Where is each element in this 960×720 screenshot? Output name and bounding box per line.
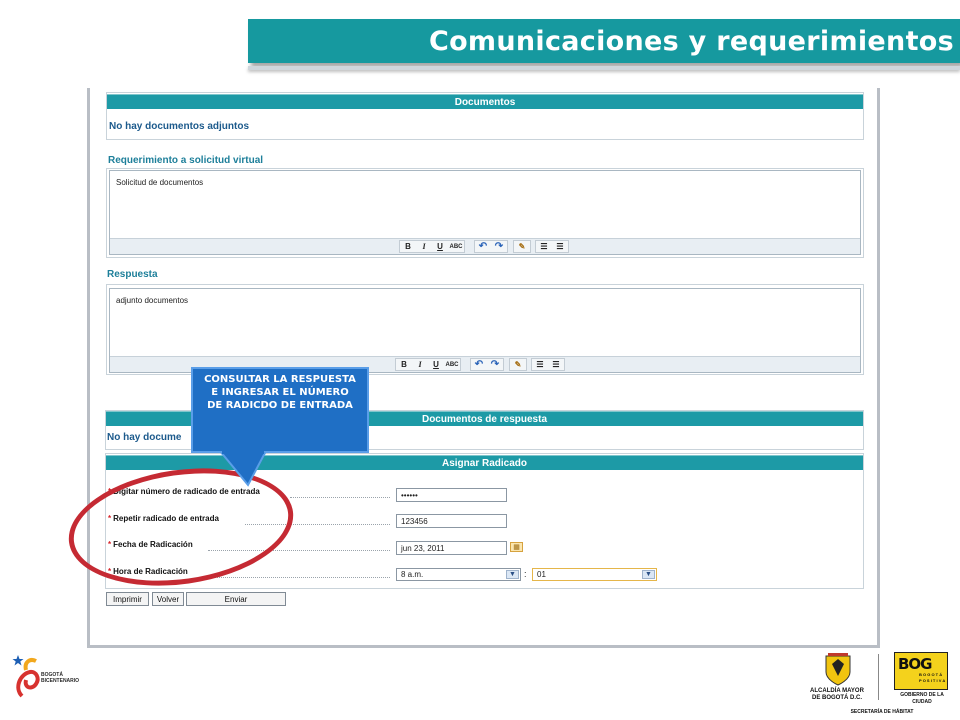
requerimiento-editor[interactable]: Solicitud de documentos B I U ABC ↶ ↷ ✎ … <box>109 170 861 255</box>
clean-group: ✎ <box>513 240 531 253</box>
bullet-list-icon[interactable]: ☰ <box>532 359 548 370</box>
list-group: ☰ ☰ <box>535 240 569 253</box>
documentos-empty-text: No hay documentos adjuntos <box>109 121 250 132</box>
fecha-radicacion-input[interactable]: jun 23, 2011 <box>396 541 507 555</box>
bicentenario-line2: BICENTENARIO <box>41 678 80 684</box>
documentos-header: Documentos <box>107 94 863 109</box>
redo-icon[interactable]: ↷ <box>487 359 503 370</box>
bog-sub-line1: B O G O T Á <box>919 672 943 677</box>
callout-pointer <box>218 451 268 487</box>
minute-value: 01 <box>537 570 546 579</box>
title-divider <box>248 66 960 70</box>
respuesta-label: Respuesta <box>107 269 158 280</box>
time-separator: : <box>524 569 527 579</box>
respuesta-content: adjunto documentos <box>116 296 189 305</box>
format-group: B I U ABC <box>399 240 465 253</box>
chevron-down-icon: ▼ <box>506 570 519 579</box>
alcaldia-text: ALCALDÍA MAYOR DE BOGOTÁ D.C. <box>810 688 864 701</box>
requerimiento-content: Solicitud de documentos <box>116 178 204 187</box>
redo-icon[interactable]: ↷ <box>491 241 507 252</box>
undo-icon[interactable]: ↶ <box>471 359 487 370</box>
bog-sub-line2: P O S I T I V A <box>919 678 946 683</box>
underline-button[interactable]: U <box>428 359 444 370</box>
secretaria-text: SECRETARÍA DE HÁBITAT <box>850 709 914 715</box>
calendar-icon[interactable]: ▦ <box>510 542 523 552</box>
italic-button[interactable]: I <box>412 359 428 370</box>
numbered-list-icon[interactable]: ☰ <box>548 359 564 370</box>
radicado-input[interactable]: •••••• <box>396 488 507 502</box>
gobierno-text: GOBIERNO DE LA CIUDAD <box>900 692 944 705</box>
bogota-coat-of-arms-icon <box>825 653 851 686</box>
dotted-leader <box>290 497 390 498</box>
undo-icon[interactable]: ↶ <box>475 241 491 252</box>
send-button[interactable]: Enviar <box>186 592 286 606</box>
bullet-list-icon[interactable]: ☰ <box>536 241 552 252</box>
requerimiento-toolbar: B I U ABC ↶ ↷ ✎ ☰ ☰ <box>110 238 860 254</box>
print-button[interactable]: Imprimir <box>106 592 149 606</box>
bog-positiva-logo: BOG B O G O T Á P O S I T I V A <box>894 652 948 690</box>
italic-button[interactable]: I <box>416 241 432 252</box>
dotted-leader <box>200 577 390 578</box>
respuesta-editor[interactable]: adjunto documentos B I U ABC ↶ ↷ ✎ ☰ ☰ <box>109 288 861 373</box>
clean-format-icon[interactable]: ✎ <box>514 241 530 252</box>
requerimiento-label: Requerimiento a solicitud virtual <box>108 155 264 166</box>
bold-button[interactable]: B <box>400 241 416 252</box>
strikethrough-button[interactable]: ABC <box>444 359 460 370</box>
history-group: ↶ ↷ <box>470 358 504 371</box>
back-button[interactable]: Volver <box>152 592 184 606</box>
list-group: ☰ ☰ <box>531 358 565 371</box>
slide-title: Comunicaciones y requerimientos <box>248 19 960 63</box>
history-group: ↶ ↷ <box>474 240 508 253</box>
minute-select[interactable]: 01 ▼ <box>532 568 657 581</box>
slide-title-text: Comunicaciones y requerimientos <box>428 25 954 57</box>
instruction-callout: CONSULTAR LA RESPUESTA E INGRESAR EL NÚM… <box>191 367 369 453</box>
numbered-list-icon[interactable]: ☰ <box>552 241 568 252</box>
format-group: B I U ABC <box>395 358 461 371</box>
clean-format-icon[interactable]: ✎ <box>510 359 526 370</box>
bold-button[interactable]: B <box>396 359 412 370</box>
strikethrough-button[interactable]: ABC <box>448 241 464 252</box>
chevron-down-icon: ▼ <box>642 570 655 579</box>
logo-divider <box>878 654 879 700</box>
bicentenario-logo: BOGOTÁ BICENTENARIO <box>12 652 82 707</box>
underline-button[interactable]: U <box>432 241 448 252</box>
clean-group: ✎ <box>509 358 527 371</box>
bog-logo-text: BOG <box>898 655 932 673</box>
repetir-radicado-input[interactable]: 123456 <box>396 514 507 528</box>
hour-value: 8 a.m. <box>401 570 424 579</box>
hour-select[interactable]: 8 a.m. ▼ <box>396 568 521 581</box>
documentos-respuesta-empty-text: No hay docume <box>107 432 182 443</box>
